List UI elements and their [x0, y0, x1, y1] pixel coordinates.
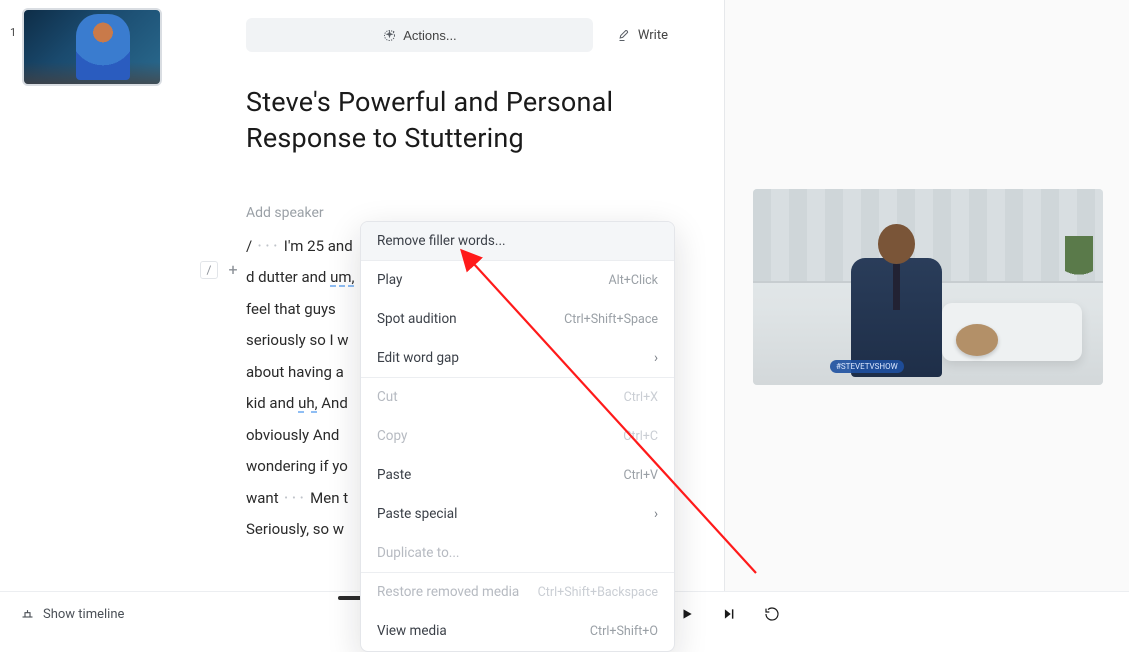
preview-subject	[851, 224, 942, 377]
word[interactable]: /	[246, 237, 256, 255]
show-timeline-label: Show timeline	[43, 607, 124, 622]
write-label: Write	[638, 28, 668, 43]
menu-paste[interactable]: Paste Ctrl+V	[361, 456, 674, 495]
clip-thumbnail[interactable]	[22, 8, 162, 86]
menu-label: Edit word gap	[377, 350, 459, 366]
menu-shortcut: Ctrl+V	[623, 468, 658, 483]
word[interactable]: kid and	[246, 394, 298, 412]
timeline-toggle-icon	[20, 607, 35, 622]
actions-button[interactable]: Actions...	[246, 18, 593, 52]
preview-column: #STEVETVSHOW	[725, 0, 1129, 636]
pen-underline-icon	[617, 28, 632, 43]
menu-label: Paste	[377, 467, 411, 483]
chevron-right-icon: ›	[654, 350, 658, 366]
menu-label: Copy	[377, 428, 407, 444]
menu-restore-removed-media: Restore removed media Ctrl+Shift+Backspa…	[361, 573, 674, 612]
clip-thumbnail-list: 1	[10, 8, 162, 86]
editor-topbar: Actions... Write	[190, 0, 724, 52]
video-preview[interactable]: #STEVETVSHOW	[753, 189, 1103, 385]
menu-shortcut: Ctrl+Shift+O	[590, 624, 658, 639]
add-speaker-button[interactable]: Add speaker	[190, 157, 724, 221]
slash-split-button[interactable]: /	[200, 261, 218, 279]
skip-forward-button[interactable]	[722, 607, 736, 625]
filler-word[interactable]: um,	[330, 268, 354, 286]
word[interactable]: seriously so I w	[246, 331, 349, 349]
menu-label: Duplicate to...	[377, 545, 459, 561]
word[interactable]: Men t	[306, 489, 348, 507]
menu-shortcut: Ctrl+Shift+Backspace	[538, 585, 658, 600]
line-controls: / +	[200, 261, 242, 279]
menu-duplicate-to: Duplicate to...	[361, 534, 674, 573]
menu-label: Spot audition	[377, 311, 457, 327]
word[interactable]: d dutter and	[246, 268, 330, 286]
menu-spot-audition[interactable]: Spot audition Ctrl+Shift+Space	[361, 300, 674, 339]
word[interactable]: obviously And	[246, 426, 339, 444]
gap-marker[interactable]: • • •	[258, 236, 278, 257]
clip-thumbnail-row[interactable]: 1	[10, 8, 162, 86]
clip-index: 1	[10, 26, 16, 39]
preview-badge: #STEVETVSHOW	[830, 360, 904, 373]
menu-shortcut: Ctrl+Shift+Space	[564, 312, 658, 327]
gap-marker[interactable]: • • •	[284, 488, 304, 509]
menu-label: Play	[377, 272, 402, 288]
chevron-right-icon: ›	[654, 506, 658, 522]
word[interactable]: I'm 25 and	[280, 237, 353, 255]
word[interactable]: feel that guys	[246, 300, 336, 318]
menu-remove-filler-words[interactable]: Remove filler words...	[361, 222, 674, 261]
menu-view-media[interactable]: View media Ctrl+Shift+O	[361, 612, 674, 651]
play-button[interactable]	[680, 607, 694, 625]
menu-shortcut: Ctrl+X	[624, 390, 658, 405]
show-timeline-button[interactable]: Show timeline	[20, 607, 124, 622]
menu-cut: Cut Ctrl+X	[361, 378, 674, 417]
word[interactable]: want	[246, 489, 282, 507]
loop-button[interactable]	[764, 606, 780, 626]
context-menu: Remove filler words... Play Alt+Click Sp…	[360, 221, 675, 652]
menu-copy: Copy Ctrl+C	[361, 417, 674, 456]
menu-label: View media	[377, 623, 447, 639]
menu-label: Restore removed media	[377, 584, 519, 600]
word[interactable]: And	[318, 394, 348, 412]
menu-label: Cut	[377, 389, 398, 405]
playback-controls	[680, 606, 780, 626]
add-line-button[interactable]: +	[224, 261, 242, 279]
word[interactable]: Seriously, so w	[246, 520, 344, 538]
filler-word[interactable]: uh,	[298, 394, 317, 412]
menu-shortcut: Alt+Click	[609, 273, 658, 288]
sparkle-dashed-icon	[382, 28, 397, 43]
menu-shortcut: Ctrl+C	[623, 429, 658, 444]
menu-label: Paste special	[377, 506, 457, 522]
menu-label: Remove filler words...	[377, 233, 506, 249]
document-title[interactable]: Steve's Powerful and Personal Response t…	[190, 52, 724, 157]
word[interactable]: wondering if yo	[246, 457, 348, 475]
menu-edit-word-gap[interactable]: Edit word gap ›	[361, 339, 674, 378]
menu-play[interactable]: Play Alt+Click	[361, 261, 674, 300]
actions-label: Actions...	[403, 28, 456, 43]
word[interactable]: about having a	[246, 363, 344, 381]
menu-paste-special[interactable]: Paste special ›	[361, 495, 674, 534]
write-button[interactable]: Write	[617, 28, 668, 43]
